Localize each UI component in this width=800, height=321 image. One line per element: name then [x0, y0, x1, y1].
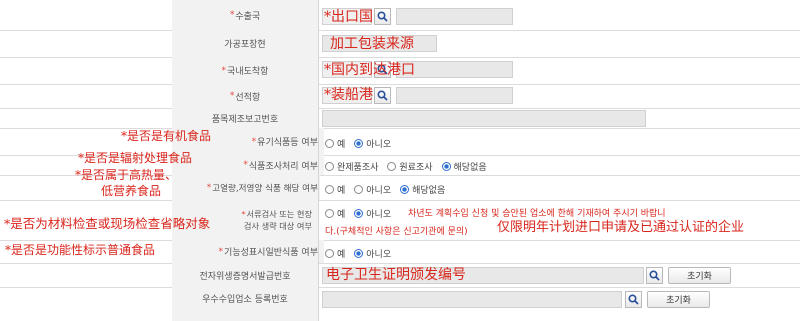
search-icon — [649, 270, 660, 281]
search-icon — [628, 294, 639, 305]
excellent-importer-field[interactable] — [322, 291, 622, 308]
radio-button-selected[interactable] — [354, 139, 364, 148]
annotation-functional: *是否是功能性标示普通食品 — [5, 243, 156, 257]
radio-button[interactable] — [325, 139, 334, 148]
high-calorie-radio-group: 예 아니오 해당없음 — [325, 183, 454, 196]
inspection-notice-line1: 차년도 계획수입 신청 및 승안된 업소에 한해 기재하여 주시기 바랍니 — [408, 209, 666, 219]
ecert-search-button[interactable] — [646, 267, 663, 284]
row-label-product-report-number: 품목제조보고번호 — [172, 108, 318, 128]
column-divider — [318, 0, 319, 321]
search-icon — [377, 11, 388, 22]
annotation-export-country: *出口国 — [324, 9, 373, 25]
export-country-name-field[interactable] — [396, 8, 513, 25]
inspection-skip-yes-option[interactable]: 예 — [325, 207, 345, 220]
annotation-organic: *是否是有机食品 — [121, 129, 212, 143]
annotation-inspection-skip: *是否为材料检查或现场检查省略对象 — [4, 216, 211, 231]
inspection-skip-no-option[interactable]: 아니오 — [354, 207, 391, 220]
annotation-arrival-port: *国内到达港口 — [324, 62, 415, 78]
product-report-number-field[interactable] — [322, 110, 646, 127]
loading-port-name-field[interactable] — [396, 87, 513, 104]
annotation-high-calorie-line1: *是否属于高热量、 — [75, 168, 178, 182]
functional-yes-option[interactable]: 예 — [325, 247, 345, 260]
high-calorie-na-option[interactable]: 해당없음 — [400, 183, 445, 196]
radio-button[interactable] — [325, 162, 334, 171]
loading-port-search-button[interactable] — [374, 87, 391, 104]
high-calorie-no-option[interactable]: 아니오 — [354, 183, 391, 196]
ecert-reset-button[interactable]: 초기화 — [668, 267, 731, 284]
radio-button-selected[interactable] — [354, 209, 364, 218]
row-label-loading-port: * 선적항 — [172, 84, 318, 108]
export-country-search-button[interactable] — [374, 8, 391, 25]
radio-button[interactable] — [325, 185, 334, 194]
annotation-inspection-note: 仅限明年计划进口申请及已通过认证的企业 — [497, 220, 745, 235]
row-label-excellent-importer: 우수수입업소 등록번호 — [172, 287, 318, 321]
irradiation-full-option[interactable]: 완제품조사 — [325, 160, 378, 173]
annotation-irradiation: *是否是辐射处理食品 — [78, 151, 193, 165]
radio-button-selected[interactable] — [354, 249, 364, 258]
row-label-functional: * 기능성표시일반식품 여부 — [172, 240, 324, 263]
functional-radio-group: 예 아니오 — [325, 247, 400, 260]
row-label-export-country: * 수출국 — [172, 0, 318, 30]
high-calorie-yes-option[interactable]: 예 — [325, 183, 345, 196]
annotation-high-calorie-line2: 低营养食品 — [101, 184, 162, 198]
row-label-ecert-number: 전자위생증명서발급번호 — [172, 263, 318, 287]
inspection-notice-line2: 다.(구체적인 사항은 신고기관에 문의) — [325, 227, 468, 237]
import-declaration-form: * 수출국 가공포장현 * 국내도착항 * 선적항 품목제조보고번호 * 유기식품등 여… — [0, 0, 800, 321]
organic-radio-group: 예 아니오 — [325, 137, 400, 150]
row-label-irradiation: * 식품조사처리 여부 — [172, 155, 324, 175]
row-label-high-calorie: * 고열량,저영양 식품 해당 여부 — [172, 175, 320, 200]
irradiation-na-option[interactable]: 해당없음 — [441, 160, 487, 173]
functional-no-option[interactable]: 아니오 — [354, 247, 391, 260]
excellent-importer-reset-button[interactable]: 초기화 — [647, 291, 710, 308]
radio-button[interactable] — [325, 249, 334, 258]
annotation-ecert: 电子卫生证明颁发编号 — [326, 267, 466, 283]
radio-button[interactable] — [387, 162, 397, 171]
irradiation-radio-group: 완제품조사 원료조사 해당없음 — [325, 160, 496, 173]
annotation-loading-port: *装船港 — [324, 87, 373, 103]
radio-button[interactable] — [354, 185, 364, 194]
search-icon — [377, 90, 388, 101]
radio-button-selected[interactable] — [441, 162, 451, 171]
organic-yes-option[interactable]: 예 — [325, 137, 345, 150]
row-label-processing: 가공포장현 — [172, 30, 318, 57]
inspection-skip-radio-group: 예 아니오 — [325, 207, 400, 220]
organic-no-option[interactable]: 아니오 — [354, 137, 391, 150]
excellent-importer-search-button[interactable] — [625, 291, 642, 308]
irradiation-raw-option[interactable]: 원료조사 — [387, 160, 433, 173]
row-label-arrival-port: * 국내도착항 — [172, 57, 318, 84]
radio-button-selected[interactable] — [400, 185, 410, 194]
radio-button[interactable] — [325, 209, 334, 218]
annotation-processing: 加工包装来源 — [330, 36, 414, 52]
